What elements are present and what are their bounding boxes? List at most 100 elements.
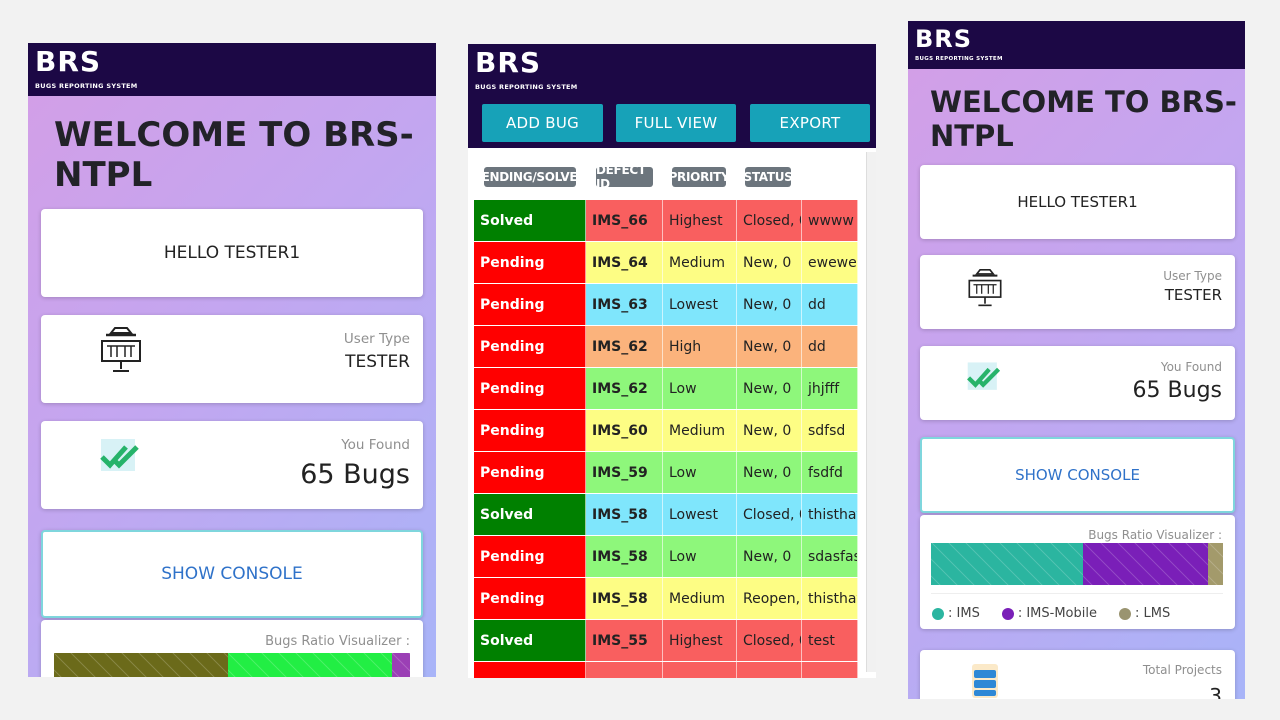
legend-label: : IMS-Mobile [1017,606,1097,621]
row-description-cell: thisthatth [802,494,858,535]
header-priority[interactable]: PRIORITY [669,167,730,187]
bugs-table: PENDING/SOLVED DEFECT ID PRIORITY STATUS… [472,152,870,678]
ratio-segment-1 [931,543,1083,585]
ratio-segment-2 [228,653,393,677]
row-status-cell: New, 0 [737,536,802,577]
row-defect-id-cell: IMS_63 [586,284,663,325]
row-status-cell: Closed, 0 [737,200,802,241]
ratio-segment-1 [54,653,229,677]
row-status-cell: Closed, 0 [737,620,802,661]
total-projects-card: Total Projects 3 [920,650,1235,699]
row-priority-cell: Medium [663,578,737,619]
found-label: You Found [1160,360,1222,374]
table-row[interactable]: Pending IMS_63 Lowest New, 0 dd [474,284,858,326]
total-projects-value: 3 [1209,684,1222,699]
full-view-button[interactable]: FULL VIEW [616,104,736,142]
table-row[interactable]: Solved IMS_66 Highest Closed, 0 wwww [474,200,858,242]
row-defect-id-cell: IMS_66 [586,200,663,241]
export-button[interactable]: EXPORT [750,104,870,142]
greeting-text: HELLO TESTER1 [1017,193,1138,211]
user-type-label: User Type [343,331,410,347]
header-defect-id[interactable]: DEFECT ID [596,163,653,191]
bugs-ratio-bar [931,543,1223,585]
row-description-cell: sdasfas [802,536,858,577]
bugs-ratio-card: Bugs Ratio Visualizer : : IMS: IMS-Mobil… [920,515,1235,629]
greeting-card: HELLO TESTER1 [920,165,1235,239]
row-state-cell: Pending [474,242,586,283]
show-console-button[interactable]: SHOW CONSOLE [41,530,423,618]
found-label: You Found [341,437,410,453]
divider [931,593,1223,594]
table-row[interactable]: Solved IMS_55 Highest Closed, 0 test [474,620,858,662]
table-row[interactable]: SolvedIMS_58LowestClosed, 0thisthatth [474,494,858,536]
row-description-cell: test [802,620,858,661]
row-defect-id-cell: IMS_58 [586,578,663,619]
bugs-ratio-bar [54,653,410,677]
row-status-cell [737,662,802,678]
greeting-text: HELLO TESTER1 [163,243,301,263]
row-description-cell: sdfsd [802,410,858,451]
row-priority-cell: Low [663,368,737,409]
table-row[interactable] [474,662,858,678]
header-status[interactable]: STATUS [743,167,793,187]
brand-logo[interactable]: BRS [35,43,436,76]
legend-dot-icon [1001,607,1014,620]
app-bar: BRS BUGS REPORTING SYSTEM [28,43,436,96]
table-scrollbar[interactable] [866,152,876,672]
row-priority-cell: Medium [663,242,737,283]
table-row[interactable]: Pending IMS_62 High New, 0 dd [474,326,858,368]
table-row[interactable]: PendingIMS_64MediumNew, 0ewewewe [474,242,858,284]
legend-item: : LMS [1118,606,1170,621]
double-check-icon [100,439,139,471]
legend-dot-icon [1118,607,1131,620]
server-stack-icon [972,664,998,698]
row-status-cell: New, 0 [737,326,802,367]
row-state-cell: Solved [474,494,586,535]
table-row[interactable]: Pending IMS_60 Medium New, 0 sdfsd [474,410,858,452]
row-description-cell: thisthat [802,578,858,619]
bugs-found-card: You Found 65 Bugs [920,346,1235,420]
app-bar: BRS BUGS REPORTING SYSTEM [908,21,1245,69]
table-row[interactable]: Pending IMS_59 Low New, 0 fsdfd [474,452,858,494]
row-defect-id-cell: IMS_58 [586,536,663,577]
row-defect-id-cell: IMS_60 [586,410,663,451]
row-state-cell: Pending [474,410,586,451]
row-state-cell: Solved [474,200,586,241]
brand-logo[interactable]: BRS [475,44,876,77]
user-type-card: User Type TESTER [41,315,423,403]
row-status-cell: New, 0 [737,368,802,409]
table-row[interactable]: Pending IMS_62 Low New, 0 jhjfff [474,368,858,410]
row-description-cell: jhjfff [802,368,858,409]
user-type-card: User Type TESTER [920,255,1235,329]
ratio-label: Bugs Ratio Visualizer : [265,634,410,649]
row-status-cell: New, 0 [737,284,802,325]
bugs-ratio-card: Bugs Ratio Visualizer : [41,620,423,677]
table-header: PENDING/SOLVED DEFECT ID PRIORITY STATUS [472,152,858,200]
row-status-cell: New, 0 [737,410,802,451]
brand-logo[interactable]: BRS [915,21,1245,51]
incognito-user-icon [101,327,141,372]
row-state-cell: Pending [474,284,586,325]
header-pending-solved[interactable]: PENDING/SOLVED [473,167,587,187]
show-console-button[interactable]: SHOW CONSOLE [920,437,1235,513]
legend-item: : IMS [932,606,980,621]
table-row[interactable]: Pending IMS_58 Low New, 0 sdasfas [474,536,858,578]
row-priority-cell [663,662,737,678]
add-bug-button[interactable]: ADD BUG [482,104,603,142]
row-defect-id-cell: IMS_58 [586,494,663,535]
welcome-line-2: NTPL [54,155,153,196]
table-row[interactable]: PendingIMS_58MediumReopen, 1thisthat [474,578,858,620]
row-state-cell: Solved [474,620,586,661]
total-projects-label: Total Projects [1142,663,1222,677]
legend-dot-icon [932,607,944,620]
phone-screen-left: BRS BUGS REPORTING SYSTEM WELCOME TO BRS… [28,43,436,677]
row-state-cell [474,662,586,678]
user-type-value: TESTER [345,352,410,372]
brand-subtitle: BUGS REPORTING SYSTEM [915,56,1003,62]
row-defect-id-cell: IMS_62 [586,326,663,367]
welcome-heading: WELCOME TO BRS- NTPL [930,85,1237,153]
row-defect-id-cell: IMS_55 [586,620,663,661]
found-value: 65 Bugs [300,459,410,490]
row-priority-cell: Medium [663,410,737,451]
row-defect-id-cell [586,662,663,678]
